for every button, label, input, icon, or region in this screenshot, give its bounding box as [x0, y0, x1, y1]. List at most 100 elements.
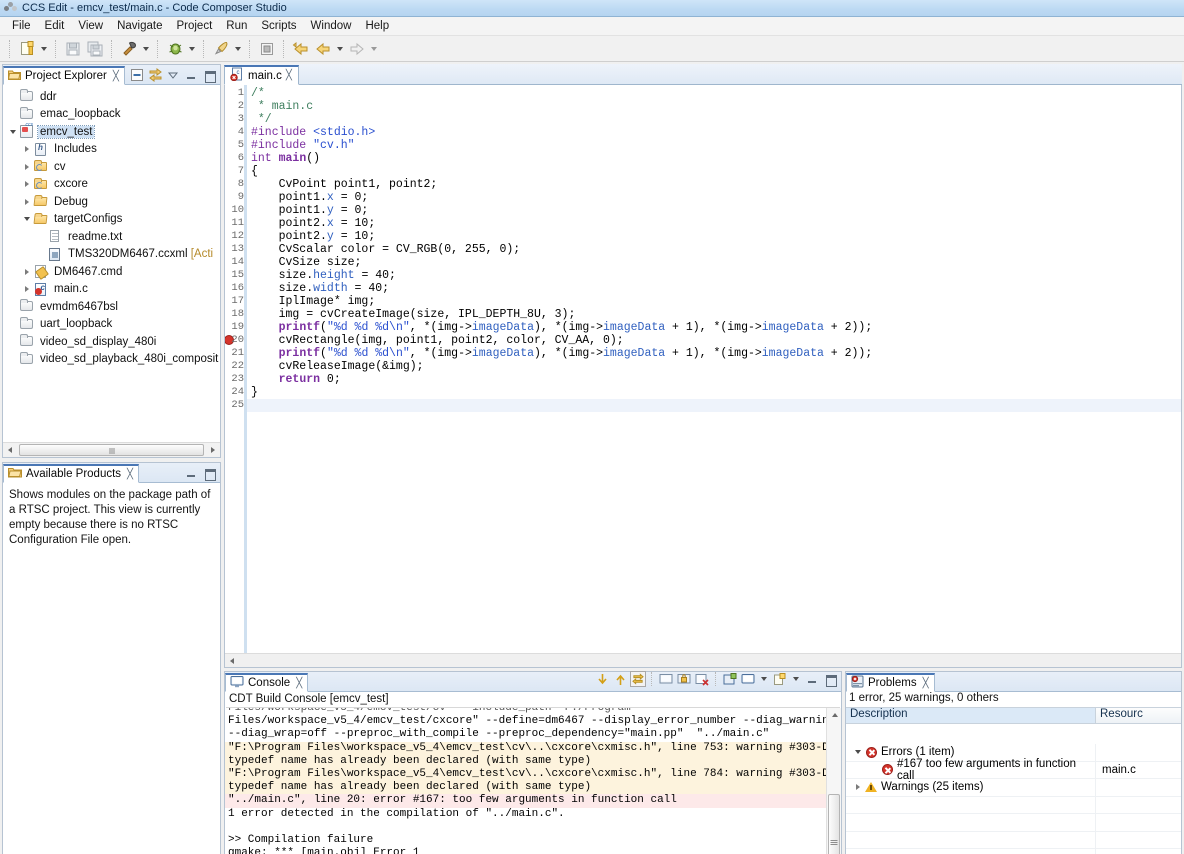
save-all-button[interactable] — [84, 38, 106, 60]
menu-run[interactable]: Run — [219, 19, 254, 33]
console-body[interactable]: Files/workspace_v5_4/emcv_test/cv" --inc… — [225, 708, 841, 854]
expand-arrow-right-icon[interactable] — [21, 160, 33, 174]
tree-item-tms320dm6467-ccxml[interactable]: TMS320DM6467.ccxml [Acti — [3, 246, 220, 264]
maximize-icon[interactable] — [822, 671, 838, 687]
tree-item-main-c[interactable]: main.c — [3, 281, 220, 299]
menu-scripts[interactable]: Scripts — [254, 19, 303, 33]
new-console-view-icon[interactable] — [722, 671, 738, 687]
new-file-dropdown[interactable] — [38, 38, 50, 60]
display-console-dropdown[interactable] — [758, 668, 770, 690]
table-row[interactable]: Warnings (25 items) — [846, 779, 1181, 797]
console-output[interactable]: Files/workspace_v5_4/emcv_test/cv" --inc… — [225, 708, 826, 854]
scroll-right-icon[interactable] — [206, 444, 220, 457]
minimize-icon[interactable] — [804, 671, 820, 687]
tree-item-readme-txt[interactable]: readme.txt — [3, 228, 220, 246]
display-console-icon[interactable] — [740, 671, 756, 687]
expand-arrow-down-icon[interactable] — [21, 212, 33, 226]
scroll-lock-up-icon[interactable] — [612, 671, 628, 687]
scroll-left-icon[interactable] — [225, 654, 239, 667]
tree-item-includes[interactable]: Includes — [3, 141, 220, 159]
editor-hscrollbar[interactable] — [225, 653, 1181, 667]
expand-arrow-right-icon[interactable] — [21, 177, 33, 191]
menu-project[interactable]: Project — [169, 19, 219, 33]
console-vscrollbar[interactable] — [826, 708, 841, 854]
menu-navigate[interactable]: Navigate — [110, 19, 169, 33]
column-resource[interactable]: Resourc — [1096, 708, 1181, 723]
tree-item-ddr[interactable]: ddr — [3, 88, 220, 106]
problems-table-body[interactable]: Errors (1 item) #167 too few arguments in… — [846, 744, 1181, 854]
close-icon[interactable]: ╳ — [127, 469, 133, 480]
expand-arrow-right-icon[interactable] — [21, 265, 33, 279]
tab-console[interactable]: Console ╳ — [225, 673, 309, 692]
run-button[interactable] — [210, 38, 232, 60]
hscroll-thumb[interactable] — [19, 444, 204, 456]
tree-item-dm6467-cmd[interactable]: DM6467.cmd — [3, 263, 220, 281]
collapse-all-icon[interactable] — [129, 67, 145, 83]
tree-item-debug[interactable]: Debug — [3, 193, 220, 211]
expand-arrow-right-icon[interactable] — [852, 780, 864, 794]
menu-window[interactable]: Window — [304, 19, 359, 33]
scroll-up-icon[interactable] — [827, 708, 841, 722]
tab-main-c[interactable]: c main.c ╳ — [224, 65, 299, 85]
code-area[interactable]: 1 2 3 4 5 6 7 8 9 10 11 12 13 14 15 16 17 18 19 20 21 22 23 24 2… — [225, 85, 1181, 653]
expand-arrow-right-icon[interactable] — [21, 195, 33, 209]
tree-item-video-sd-display-480i[interactable]: video_sd_display_480i — [3, 333, 220, 351]
expand-arrow-right-icon[interactable] — [21, 282, 33, 296]
expand-arrow-down-icon[interactable] — [852, 745, 864, 759]
close-icon[interactable]: ╳ — [296, 678, 302, 689]
new-file-button[interactable] — [16, 38, 38, 60]
back-history-button[interactable] — [290, 38, 312, 60]
clear-console-icon[interactable] — [658, 671, 674, 687]
column-description[interactable]: Description — [846, 708, 1096, 723]
view-menu-icon[interactable] — [165, 67, 181, 83]
tree-item-uart-loopback[interactable]: uart_loopback — [3, 316, 220, 334]
menu-view[interactable]: View — [71, 19, 110, 33]
save-button[interactable] — [62, 38, 84, 60]
editor-gutter[interactable]: 1 2 3 4 5 6 7 8 9 10 11 12 13 14 15 16 17 18 19 20 21 22 23 24 2… — [225, 85, 247, 653]
debug-dropdown[interactable] — [186, 38, 198, 60]
close-icon[interactable]: ╳ — [923, 678, 929, 689]
lock-scroll-icon[interactable] — [676, 671, 692, 687]
scroll-lock-down-icon[interactable] — [594, 671, 610, 687]
link-with-editor-icon[interactable] — [147, 67, 163, 83]
maximize-icon[interactable] — [201, 465, 217, 481]
minimize-icon[interactable] — [183, 67, 199, 83]
close-icon[interactable]: ╳ — [113, 71, 119, 82]
open-console-dropdown[interactable] — [790, 668, 802, 690]
tree-item-targetconfigs[interactable]: targetConfigs — [3, 211, 220, 229]
forward-dropdown[interactable] — [368, 38, 380, 60]
close-icon[interactable]: ╳ — [286, 70, 292, 81]
table-row[interactable]: #167 too few arguments in function call m… — [846, 758, 1181, 782]
expand-arrow-right-icon[interactable] — [21, 142, 33, 156]
menu-help[interactable]: Help — [358, 19, 396, 33]
minimize-icon[interactable] — [183, 465, 199, 481]
terminate-button[interactable] — [256, 38, 278, 60]
menu-edit[interactable]: Edit — [38, 19, 72, 33]
tree-item-emac-loopback[interactable]: emac_loopback — [3, 106, 220, 124]
menu-file[interactable]: File — [5, 19, 38, 33]
debug-button[interactable] — [164, 38, 186, 60]
scroll-left-icon[interactable] — [3, 444, 17, 457]
tree-item-cv[interactable]: cv — [3, 158, 220, 176]
toggle-wrap-icon[interactable] — [630, 671, 646, 687]
forward-button[interactable] — [346, 38, 368, 60]
tree-item-emcv-test[interactable]: emcv_test — [3, 122, 220, 141]
project-tree[interactable]: ddr emac_loopback emcv_test Includes cv cxcor… — [3, 85, 220, 368]
vscroll-thumb[interactable] — [828, 794, 840, 854]
remove-console-icon[interactable] — [694, 671, 710, 687]
open-console-icon[interactable] — [772, 671, 788, 687]
back-button[interactable] — [312, 38, 334, 60]
build-button[interactable] — [118, 38, 140, 60]
editor-code[interactable]: /* * main.c */#include <stdio.h> #include… — [247, 85, 1181, 653]
tab-available-products[interactable]: Available Products ╳ — [3, 464, 140, 483]
tab-project-explorer[interactable]: Project Explorer ╳ — [3, 66, 125, 85]
project-tree-hscrollbar[interactable] — [3, 442, 220, 457]
build-dropdown[interactable] — [140, 38, 152, 60]
run-dropdown[interactable] — [232, 38, 244, 60]
tree-item-video-sd-playback-480i-composit[interactable]: video_sd_playback_480i_composit — [3, 351, 220, 369]
tab-problems[interactable]: Problems ╳ — [846, 673, 935, 692]
back-dropdown[interactable] — [334, 38, 346, 60]
tree-item-evmdm6467bsl[interactable]: evmdm6467bsl — [3, 298, 220, 316]
maximize-icon[interactable] — [201, 67, 217, 83]
expand-arrow-down-icon[interactable] — [7, 125, 19, 139]
